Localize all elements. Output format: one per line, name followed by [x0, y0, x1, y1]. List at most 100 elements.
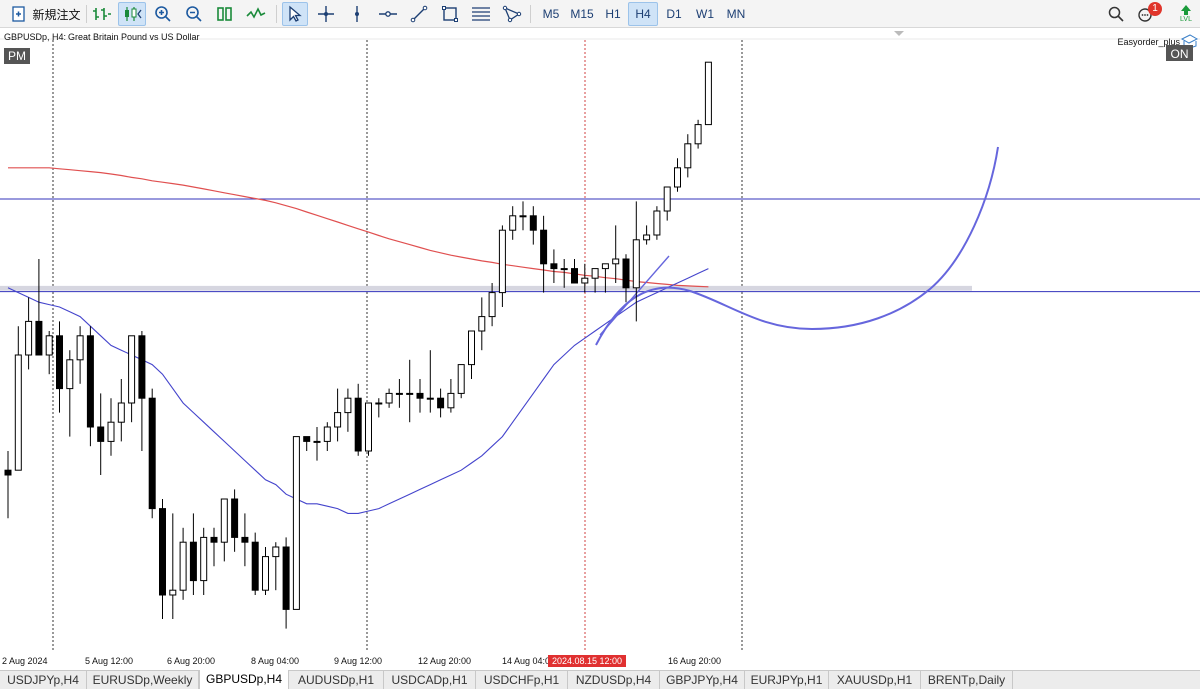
candlestick[interactable]: [251, 532, 259, 595]
crosshair-tool-button[interactable]: [313, 2, 339, 26]
candlestick[interactable]: [159, 499, 166, 619]
candlestick[interactable]: [4, 451, 12, 519]
candlestick[interactable]: [334, 388, 342, 442]
projection-curve-drawing[interactable]: [595, 146, 999, 346]
candlestick[interactable]: [560, 259, 568, 288]
timeframe-d1-button[interactable]: D1: [659, 2, 689, 26]
candlestick[interactable]: [200, 527, 208, 595]
candlestick[interactable]: [509, 206, 517, 240]
candlestick[interactable]: [107, 398, 115, 456]
timeframe-m5-button[interactable]: M5: [536, 2, 566, 26]
candlestick[interactable]: [663, 186, 671, 221]
candlestick[interactable]: [457, 364, 465, 399]
candlestick[interactable]: [416, 379, 424, 413]
candlestick[interactable]: [395, 379, 403, 408]
candlestick[interactable]: [210, 527, 218, 567]
candlestick[interactable]: [303, 436, 311, 451]
search-button[interactable]: [1104, 2, 1128, 26]
candlestick[interactable]: [323, 422, 331, 451]
candlestick[interactable]: [354, 383, 362, 456]
candlestick[interactable]: [674, 158, 681, 192]
candlestick[interactable]: [643, 225, 651, 245]
candlestick[interactable]: [447, 379, 455, 413]
candlestick[interactable]: [406, 359, 414, 423]
cursor-tool-button[interactable]: [282, 2, 308, 26]
tab-gbpusdp-h4[interactable]: GBPUSDp,H4: [199, 670, 289, 689]
rectangle-tool-button[interactable]: [437, 2, 463, 26]
candlestick[interactable]: [622, 254, 630, 303]
trend-line-tool-button[interactable]: [406, 2, 432, 26]
candlestick[interactable]: [313, 427, 321, 461]
candlestick[interactable]: [35, 259, 43, 356]
candlestick[interactable]: [437, 388, 445, 418]
candlestick[interactable]: [519, 201, 527, 231]
candlestick[interactable]: [45, 331, 53, 375]
fibonacci-tool-button[interactable]: [468, 2, 494, 26]
vertical-line-tool-button[interactable]: [344, 2, 370, 26]
candlestick[interactable]: [344, 388, 352, 432]
candlestick[interactable]: [498, 225, 506, 307]
tab-gbpjpyp-h4[interactable]: GBPJPYp,H4: [660, 671, 745, 689]
candlestick[interactable]: [148, 388, 156, 519]
tile-windows-button[interactable]: [212, 2, 238, 26]
timeframe-h1-button[interactable]: H1: [598, 2, 628, 26]
candlestick[interactable]: [468, 330, 475, 379]
candlestick[interactable]: [128, 335, 136, 423]
candlestick[interactable]: [86, 326, 94, 447]
tab-eurusdp-weekly[interactable]: EURUSDp,Weekly: [87, 671, 199, 689]
chart-shift-marker-icon[interactable]: [894, 31, 904, 36]
new-order-button[interactable]: 新規注文: [8, 2, 84, 26]
timeframe-h4-button[interactable]: H4: [628, 2, 658, 26]
candlestick[interactable]: [231, 489, 239, 552]
candlestick[interactable]: [529, 206, 537, 245]
candlestick[interactable]: [138, 331, 146, 451]
candlestick[interactable]: [14, 326, 22, 471]
candlestick[interactable]: [540, 215, 548, 293]
horizontal-line-tool-button[interactable]: [375, 2, 401, 26]
tab-eurjpyp-h1[interactable]: EURJPYp,H1: [745, 671, 829, 689]
indicators-button[interactable]: [243, 2, 269, 26]
candlestick[interactable]: [56, 321, 63, 413]
ea-status-badge[interactable]: ON: [1171, 47, 1189, 61]
timeframe-mn-button[interactable]: MN: [721, 2, 751, 26]
candlestick[interactable]: [262, 547, 269, 595]
candlestick[interactable]: [66, 350, 74, 437]
candlestick[interactable]: [189, 513, 197, 595]
candlestick[interactable]: [612, 225, 620, 283]
tab-audusdp-h1[interactable]: AUDUSDp,H1: [289, 671, 384, 689]
candlestick-chart-button[interactable]: [118, 2, 146, 26]
tab-brentp-daily[interactable]: BRENTp,Daily: [921, 671, 1013, 689]
timeframe-w1-button[interactable]: W1: [690, 2, 720, 26]
bar-chart-button[interactable]: [89, 2, 115, 26]
candlestick[interactable]: [478, 297, 486, 351]
tab-xauusdp-h1[interactable]: XAUUSDp,H1: [829, 671, 921, 689]
zoom-out-button[interactable]: [181, 2, 207, 26]
candlestick[interactable]: [97, 393, 105, 475]
candlestick[interactable]: [292, 436, 300, 610]
candlestick[interactable]: [375, 398, 383, 418]
price-chart[interactable]: 2 Aug 2024 5 Aug 12:00 6 Aug 20:00 8 Aug 04…: [0, 29, 1200, 670]
candlestick[interactable]: [694, 119, 702, 149]
timeframe-m15-button[interactable]: M15: [566, 2, 598, 26]
candlestick[interactable]: [426, 350, 434, 413]
candlestick[interactable]: [385, 388, 393, 408]
tab-usdcadp-h1[interactable]: USDCADp,H1: [384, 671, 476, 689]
candlestick[interactable]: [25, 297, 33, 370]
candlestick[interactable]: [169, 513, 177, 619]
tab-nzdusdp-h4[interactable]: NZDUSDp,H4: [568, 671, 660, 689]
candlestick[interactable]: [684, 134, 692, 178]
candlestick[interactable]: [76, 326, 84, 384]
candlestick[interactable]: [179, 527, 187, 600]
tab-usdchfp-h1[interactable]: USDCHFp,H1: [476, 671, 568, 689]
candlestick[interactable]: [365, 402, 372, 456]
candlestick[interactable]: [272, 542, 280, 591]
candlestick[interactable]: [282, 537, 290, 629]
candlestick[interactable]: [704, 61, 712, 126]
candlestick[interactable]: [117, 379, 125, 442]
tab-usdjpyp-h4[interactable]: USDJPYp,H4: [0, 671, 87, 689]
candlestick[interactable]: [241, 513, 249, 567]
support-zone[interactable]: [0, 285, 972, 291]
candlestick[interactable]: [220, 498, 228, 562]
candlestick[interactable]: [653, 206, 661, 240]
level-button[interactable]: LVL: [1174, 2, 1198, 26]
